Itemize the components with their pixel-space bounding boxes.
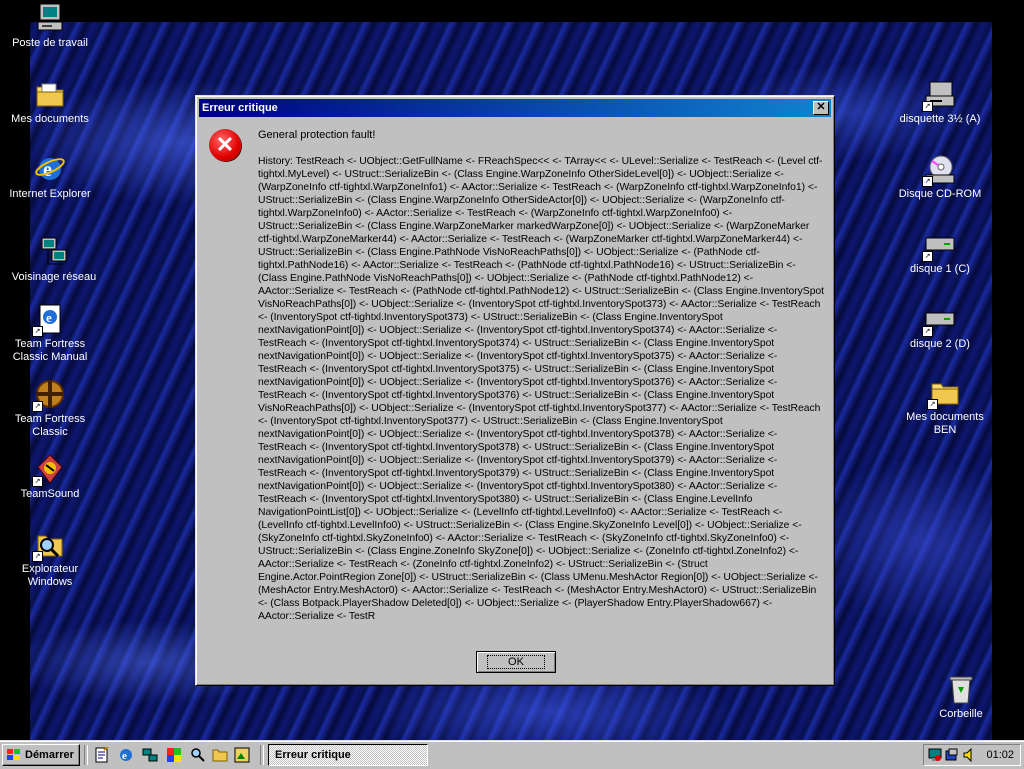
floppy-drive-icon: ↗ (922, 78, 956, 112)
desktop-icon-my-documents[interactable]: Mes documents (5, 78, 95, 126)
ok-button-label: OK (487, 655, 545, 669)
error-dialog: Erreur critique ✕ ✕ General protection f… (195, 95, 835, 686)
close-icon: ✕ (816, 101, 826, 113)
desktop-icon-floppy[interactable]: ↗ disquette 3½ (A) (895, 78, 985, 126)
shortcut-arrow-icon: ↗ (922, 326, 933, 337)
hard-drive-icon: ↗ (922, 228, 956, 262)
folder-documents-icon (34, 78, 66, 110)
desktop-icon-label: TeamSound (20, 488, 80, 500)
shortcut-arrow-icon: ↗ (32, 401, 43, 412)
error-icon: ✕ (209, 129, 241, 161)
network-icon[interactable] (142, 747, 158, 763)
desktop-icon-cdrom[interactable]: ↗ Disque CD-ROM (895, 153, 985, 201)
folder-icon: ↗ (927, 376, 961, 410)
desktop-icon-label: Team Fortress Classic (14, 413, 86, 438)
paint-icon[interactable] (166, 747, 182, 763)
desktop-icon-label: Disque CD-ROM (898, 188, 982, 200)
start-button[interactable]: Démarrer (2, 744, 80, 766)
desktop-icon-label: Corbeille (939, 708, 983, 720)
computer-icon (34, 2, 66, 34)
desktop-icon-tfc[interactable]: ↗ Team Fortress Classic (5, 378, 95, 439)
desktop-icon-label: disquette 3½ (A) (899, 113, 981, 125)
taskbar: Démarrer e Erreur critique 01:02 (0, 740, 1024, 769)
internet-explorer-icon[interactable]: e (118, 747, 134, 763)
recycle-bin-icon (945, 673, 977, 705)
notepad-icon[interactable] (94, 745, 110, 763)
desktop-icon-internet-explorer[interactable]: e Internet Explorer (5, 153, 95, 201)
desktop-icon-teamsound[interactable]: ↗ TeamSound (5, 453, 95, 501)
desktop-icon-label: Voisinage réseau (11, 271, 97, 283)
shortcut-arrow-icon: ↗ (922, 101, 933, 112)
ok-button[interactable]: OK (476, 651, 556, 673)
svg-text:e: e (122, 750, 127, 762)
network-icon (38, 236, 70, 268)
shortcut-arrow-icon: ↗ (922, 176, 933, 187)
desktop-icon-explorer[interactable]: ↗ Explorateur Windows (5, 528, 95, 589)
system-tray: 01:02 (923, 744, 1021, 766)
desktop-icon-network[interactable]: Voisinage réseau (9, 236, 99, 284)
error-headline: General protection fault! (258, 129, 376, 141)
desktop-icon-label: Mes documents (11, 113, 89, 125)
hard-drive-icon: ↗ (922, 303, 956, 337)
shortcut-arrow-icon: ↗ (927, 399, 938, 410)
search-icon[interactable] (190, 747, 206, 763)
explorer-icon: ↗ (32, 528, 66, 562)
desktop-icon-label: Explorateur Windows (21, 563, 79, 588)
task-button-erreur-critique[interactable]: Erreur critique (268, 744, 428, 766)
desktop-icon-recycle-bin[interactable]: Corbeille (916, 673, 1006, 721)
audio-icon[interactable] (945, 748, 959, 762)
taskbar-separator (260, 745, 264, 765)
desktop-icon-disk-d[interactable]: ↗ disque 2 (D) (895, 303, 985, 351)
shortcut-arrow-icon: ↗ (922, 251, 933, 262)
help-document-icon: e ↗ (32, 303, 66, 337)
folder-icon[interactable] (212, 747, 228, 763)
task-button-label: Erreur critique (275, 749, 351, 761)
shortcut-arrow-icon: ↗ (32, 551, 43, 562)
desktop-icon-label: disque 1 (C) (910, 263, 970, 275)
teamsound-icon: ↗ (32, 453, 66, 487)
desktop-icon-disk-c[interactable]: ↗ disque 1 (C) (895, 228, 985, 276)
cdrom-icon: ↗ (922, 153, 956, 187)
speaker-icon[interactable] (962, 747, 976, 763)
shortcut-arrow-icon: ↗ (32, 326, 43, 337)
internet-explorer-icon: e (34, 153, 66, 185)
svg-text:e: e (46, 310, 52, 325)
clock[interactable]: 01:02 (986, 749, 1014, 761)
desktop-icon-label: Mes documents BEN (906, 411, 984, 436)
close-button[interactable]: ✕ (813, 101, 829, 115)
error-history-text: History: TestReach <- UObject::GetFullNa… (258, 156, 824, 622)
desktop-icon-computer[interactable]: Poste de travail (5, 2, 95, 50)
windows-logo-icon (7, 749, 21, 761)
start-button-label: Démarrer (25, 749, 74, 761)
display-icon[interactable] (928, 748, 942, 762)
tfc-icon: ↗ (32, 378, 66, 412)
dialog-title: Erreur critique (202, 102, 278, 114)
desktop-icon-label: disque 2 (D) (910, 338, 970, 350)
desktop-icon-tfc-manual[interactable]: e ↗ Team Fortress Classic Manual (5, 303, 95, 364)
desktop-icon-label: Team Fortress Classic Manual (12, 338, 88, 363)
desktop-icon-label: Internet Explorer (9, 188, 91, 200)
desktop-icon-label: Poste de travail (12, 37, 88, 49)
image-icon[interactable] (234, 747, 250, 763)
dialog-titlebar[interactable]: Erreur critique ✕ (199, 99, 831, 117)
taskbar-separator (84, 745, 88, 765)
shortcut-arrow-icon: ↗ (32, 476, 43, 487)
desktop-icon-ben-documents[interactable]: ↗ Mes documents BEN (905, 376, 985, 437)
